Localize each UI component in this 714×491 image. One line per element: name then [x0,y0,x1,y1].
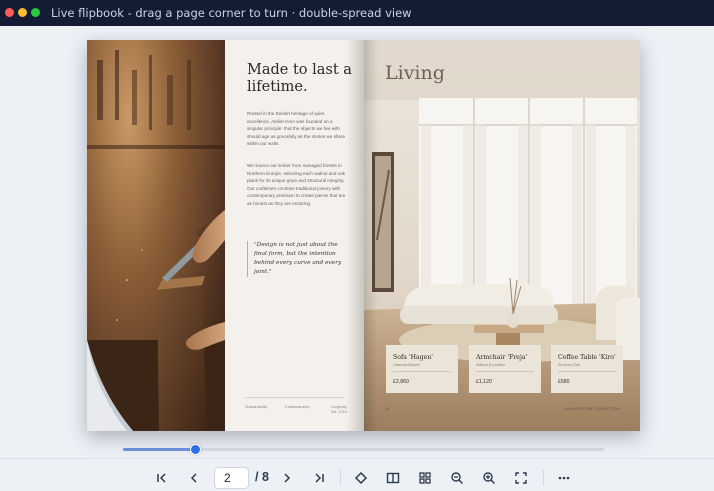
page-number: 34 [385,407,390,411]
footer-divider [245,397,345,398]
product-card[interactable]: Sofa 'Hagen' Oatmeal Bouclé £2,860 [386,345,458,393]
thumbnails-button[interactable] [414,467,436,489]
next-page-button[interactable] [276,467,298,489]
footer-longevity: Longevity Est. 2024 [330,405,347,414]
prev-page-button[interactable] [183,467,205,489]
window-titlebar: Live flipbook - drag a page corner to tu… [0,0,714,26]
slider-thumb[interactable] [189,444,201,455]
zoom-out-button[interactable] [446,467,468,489]
page-corner-curl[interactable] [87,340,133,431]
card-divider [393,371,451,372]
total-pages: / 8 [255,470,269,484]
toolbar-separator [543,470,544,486]
product-name: Armchair 'Freja' [476,354,528,361]
more-icon [558,476,570,480]
double-spread-button[interactable] [382,467,404,489]
collection-label: LIVING ROOM COLLECTION [564,407,620,411]
section-heading-living: Living [385,62,445,84]
slider-fill [123,448,196,451]
close-window-button[interactable] [5,8,14,17]
flipbook-spread[interactable]: Made to last a lifetime. Rooted in the D… [87,40,640,431]
story-text-panel: Made to last a lifetime. Rooted in the D… [225,40,364,431]
last-page-button[interactable] [308,467,330,489]
product-material: Oatmeal Bouclé [393,363,421,367]
last-page-icon [315,473,324,483]
product-name: Sofa 'Hagen' [393,354,434,361]
product-price: £680 [558,379,570,385]
product-name: Coffee Table 'Kiro' [558,354,616,361]
single-page-button[interactable] [350,467,372,489]
product-price: £1,120 [476,379,492,385]
page-headline: Made to last a lifetime. [247,62,352,95]
product-card[interactable]: Armchair 'Freja' Walnut & Leather £1,120 [469,345,541,393]
left-page[interactable]: Made to last a lifetime. Rooted in the D… [87,40,364,431]
page-progress-slider[interactable] [123,444,604,455]
window-title: Live flipbook - drag a page corner to tu… [51,6,412,20]
single-page-icon [354,471,368,485]
more-options-button[interactable] [553,467,575,489]
zoom-out-icon [451,472,463,484]
right-gutter-shadow [364,40,378,431]
product-card[interactable]: Coffee Table 'Kiro' Smoked Oak £680 [551,345,623,393]
zoom-in-button[interactable] [478,467,500,489]
product-material: Smoked Oak [558,363,580,367]
minimize-window-button[interactable] [18,8,27,17]
double-spread-icon [386,472,400,484]
intro-paragraph: Rooted in the Danish heritage of quiet e… [247,111,346,147]
design-quote: "Design is not just about the final form… [247,241,347,277]
fullscreen-button[interactable] [510,467,532,489]
card-divider [476,371,534,372]
card-divider [558,371,616,372]
sourcing-paragraph: We source our timber from managed forest… [247,163,346,206]
first-page-button[interactable] [151,467,173,489]
toolbar-divider [0,458,714,459]
page-number-input[interactable] [214,467,249,489]
footer-sustainability: Sustainability [245,405,268,409]
zoom-in-icon [483,472,495,484]
product-price: £2,860 [393,379,409,385]
first-page-icon [157,473,166,483]
prev-page-icon [190,473,197,483]
footer-craftsmanship: Craftsmanship [285,405,310,409]
gutter-shadow [346,40,364,431]
right-page[interactable]: Living Sofa 'Hagen' Oatmeal Bouclé £2,86… [364,40,640,431]
next-page-icon [284,473,291,483]
maximize-window-button[interactable] [31,8,40,17]
thumbnails-icon [419,472,431,484]
product-material: Walnut & Leather [476,363,506,367]
toolbar-separator [340,470,341,486]
fullscreen-icon [515,472,527,484]
